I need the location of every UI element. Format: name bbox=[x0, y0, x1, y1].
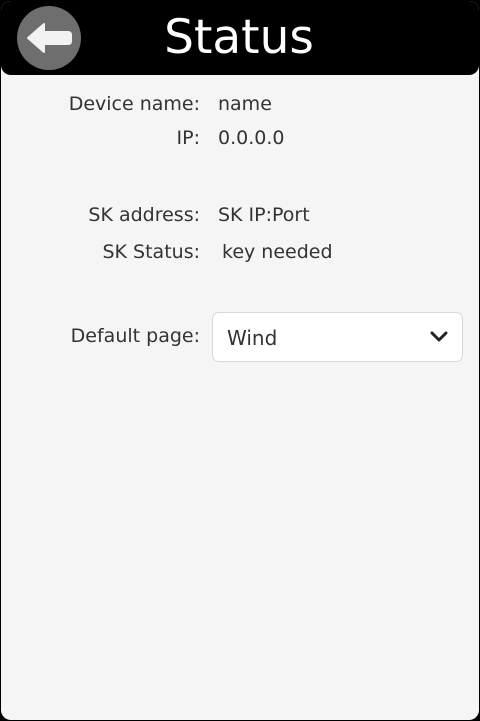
device-name-row: Device name: name bbox=[1, 89, 479, 119]
device-name-value: name bbox=[218, 93, 272, 115]
sk-address-value: SK IP:Port bbox=[218, 204, 310, 226]
sk-status-label: SK Status: bbox=[102, 241, 200, 263]
back-button[interactable] bbox=[17, 6, 81, 70]
sk-address-row: SK address: SK IP:Port bbox=[1, 200, 479, 230]
default-page-label: Default page: bbox=[70, 325, 200, 347]
header-bar: Status bbox=[1, 1, 479, 75]
page-title: Status bbox=[164, 10, 314, 65]
sk-status-value: key needed bbox=[222, 241, 333, 263]
sk-address-label: SK address: bbox=[88, 204, 200, 226]
ip-row: IP: 0.0.0.0 bbox=[1, 123, 479, 153]
ip-value: 0.0.0.0 bbox=[218, 127, 285, 149]
default-page-dropdown[interactable]: Wind bbox=[212, 312, 463, 362]
ip-label: IP: bbox=[176, 127, 200, 149]
device-name-label: Device name: bbox=[68, 93, 200, 115]
default-page-selected: Wind bbox=[227, 326, 278, 350]
status-screen: Status Device name: name IP: 0.0.0.0 SK … bbox=[1, 1, 479, 720]
sk-status-row: SK Status: key needed bbox=[1, 237, 479, 267]
chevron-down-icon bbox=[430, 331, 448, 342]
arrow-left-icon bbox=[27, 23, 72, 53]
